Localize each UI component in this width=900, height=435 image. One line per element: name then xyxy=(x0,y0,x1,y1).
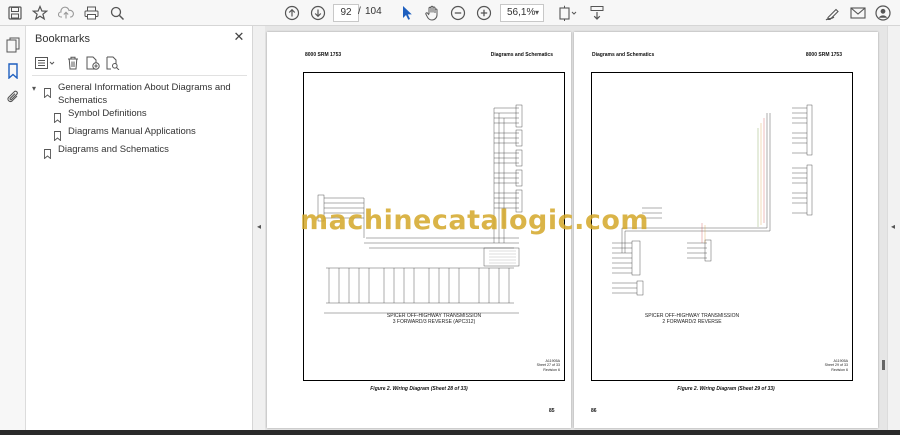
page-number: 86 xyxy=(591,408,597,414)
zoom-level-value: 56,1% xyxy=(507,7,536,18)
page-header-left: 8000 SRM 1753 xyxy=(305,52,342,58)
options-menu-icon[interactable] xyxy=(34,54,56,72)
figure-title-line2: 3 FORWARD/3 REVERSE (APC312) xyxy=(392,319,476,325)
figure-ref-revision: Revision 6 xyxy=(831,367,848,372)
star-bookmark-icon[interactable] xyxy=(30,3,50,23)
bookmark-diagrams-manual-applications[interactable]: Diagrams Manual Applications xyxy=(68,126,196,139)
watermark-text: machinecatalogic.com xyxy=(300,205,650,236)
zoom-in-icon[interactable] xyxy=(474,3,494,23)
scroll-mode-icon[interactable] xyxy=(587,3,607,23)
fill-sign-icon[interactable] xyxy=(823,3,843,23)
page-header-left: Diagrams and Schematics xyxy=(592,52,655,58)
page-down-icon[interactable] xyxy=(308,3,328,23)
figure-caption: Figure 2. Wiring Diagram (Sheet 28 of 33… xyxy=(370,386,468,392)
zoom-search-icon[interactable] xyxy=(107,3,127,23)
left-rail xyxy=(0,26,26,430)
find-bookmark-icon[interactable] xyxy=(104,54,122,72)
scroll-position-marker[interactable] xyxy=(882,360,885,370)
page-fit-icon[interactable] xyxy=(556,3,580,23)
page-header-right: 8000 SRM 1753 xyxy=(805,52,842,58)
page-header-right: Diagrams and Schematics xyxy=(490,52,553,58)
select-cursor-icon[interactable] xyxy=(397,3,417,23)
bookmark-symbol-definitions[interactable]: Symbol Definitions xyxy=(68,108,147,121)
right-panel-toggle[interactable]: ◂ xyxy=(887,26,900,430)
figure-caption: Figure 2. Wiring Diagram (Sheet 29 of 33… xyxy=(677,386,775,392)
attachment-paperclip-icon[interactable] xyxy=(4,88,22,106)
delete-trash-icon[interactable] xyxy=(64,54,82,72)
bookmark-diagrams-and-schematics[interactable]: Diagrams and Schematics xyxy=(58,144,169,157)
bookmark-general-information[interactable]: General Information About Diagrams and S… xyxy=(58,82,248,107)
page-total: 104 xyxy=(365,6,382,17)
page-number: 85 xyxy=(549,408,555,414)
expand-chevron-icon[interactable]: ▾ xyxy=(32,83,36,96)
expand-arrow-icon[interactable]: ◂ xyxy=(891,222,895,231)
panel-splitter[interactable]: ◂ xyxy=(253,26,265,430)
figure-title: SPICER OFF-HIGHWAY TRANSMISSION 2 FORWAR… xyxy=(612,313,772,325)
save-icon[interactable] xyxy=(5,3,25,23)
figure-reference: A11905A Sheet 29 of 33 Revision 6 xyxy=(788,359,848,372)
bookmark-icon xyxy=(44,146,51,160)
toolbar: 92 / 104 56,1% ▾ xyxy=(0,0,900,26)
new-bookmark-icon[interactable] xyxy=(84,54,102,72)
panel-title: Bookmarks xyxy=(35,33,91,45)
chevron-down-icon: ▾ xyxy=(534,8,539,17)
bookmark-panel-icon[interactable] xyxy=(4,62,22,80)
bookmark-icon xyxy=(54,128,61,142)
figure-ref-revision: Revision 6 xyxy=(543,367,560,372)
zoom-out-icon[interactable] xyxy=(448,3,468,23)
account-icon[interactable] xyxy=(873,3,893,23)
collapse-arrow-icon[interactable]: ◂ xyxy=(257,222,261,231)
zoom-level-select[interactable]: 56,1% ▾ xyxy=(500,4,544,22)
figure-title: SPICER OFF-HIGHWAY TRANSMISSION 3 FORWAR… xyxy=(354,313,514,325)
taskbar-strip xyxy=(0,430,900,435)
figure-reference: A11905A Sheet 27 of 33 Revision 6 xyxy=(500,359,560,372)
bookmarks-panel: Bookmarks ✕ ▾ General Information About … xyxy=(26,26,253,430)
page-separator: / xyxy=(358,6,361,17)
email-icon[interactable] xyxy=(848,3,868,23)
close-icon[interactable]: ✕ xyxy=(232,30,246,44)
divider xyxy=(32,75,247,76)
bookmark-icon xyxy=(54,110,61,124)
bookmarks-toolbar xyxy=(32,54,247,74)
bookmark-icon xyxy=(44,85,51,99)
upload-cloud-icon[interactable] xyxy=(56,3,76,23)
figure-title-line2: 2 FORWARD/2 REVERSE xyxy=(662,319,722,325)
page-thumbnails-icon[interactable] xyxy=(4,36,22,54)
page-up-icon[interactable] xyxy=(282,3,302,23)
page-number-input[interactable]: 92 xyxy=(333,4,359,22)
hand-tool-icon[interactable] xyxy=(422,3,442,23)
print-icon[interactable] xyxy=(81,3,101,23)
